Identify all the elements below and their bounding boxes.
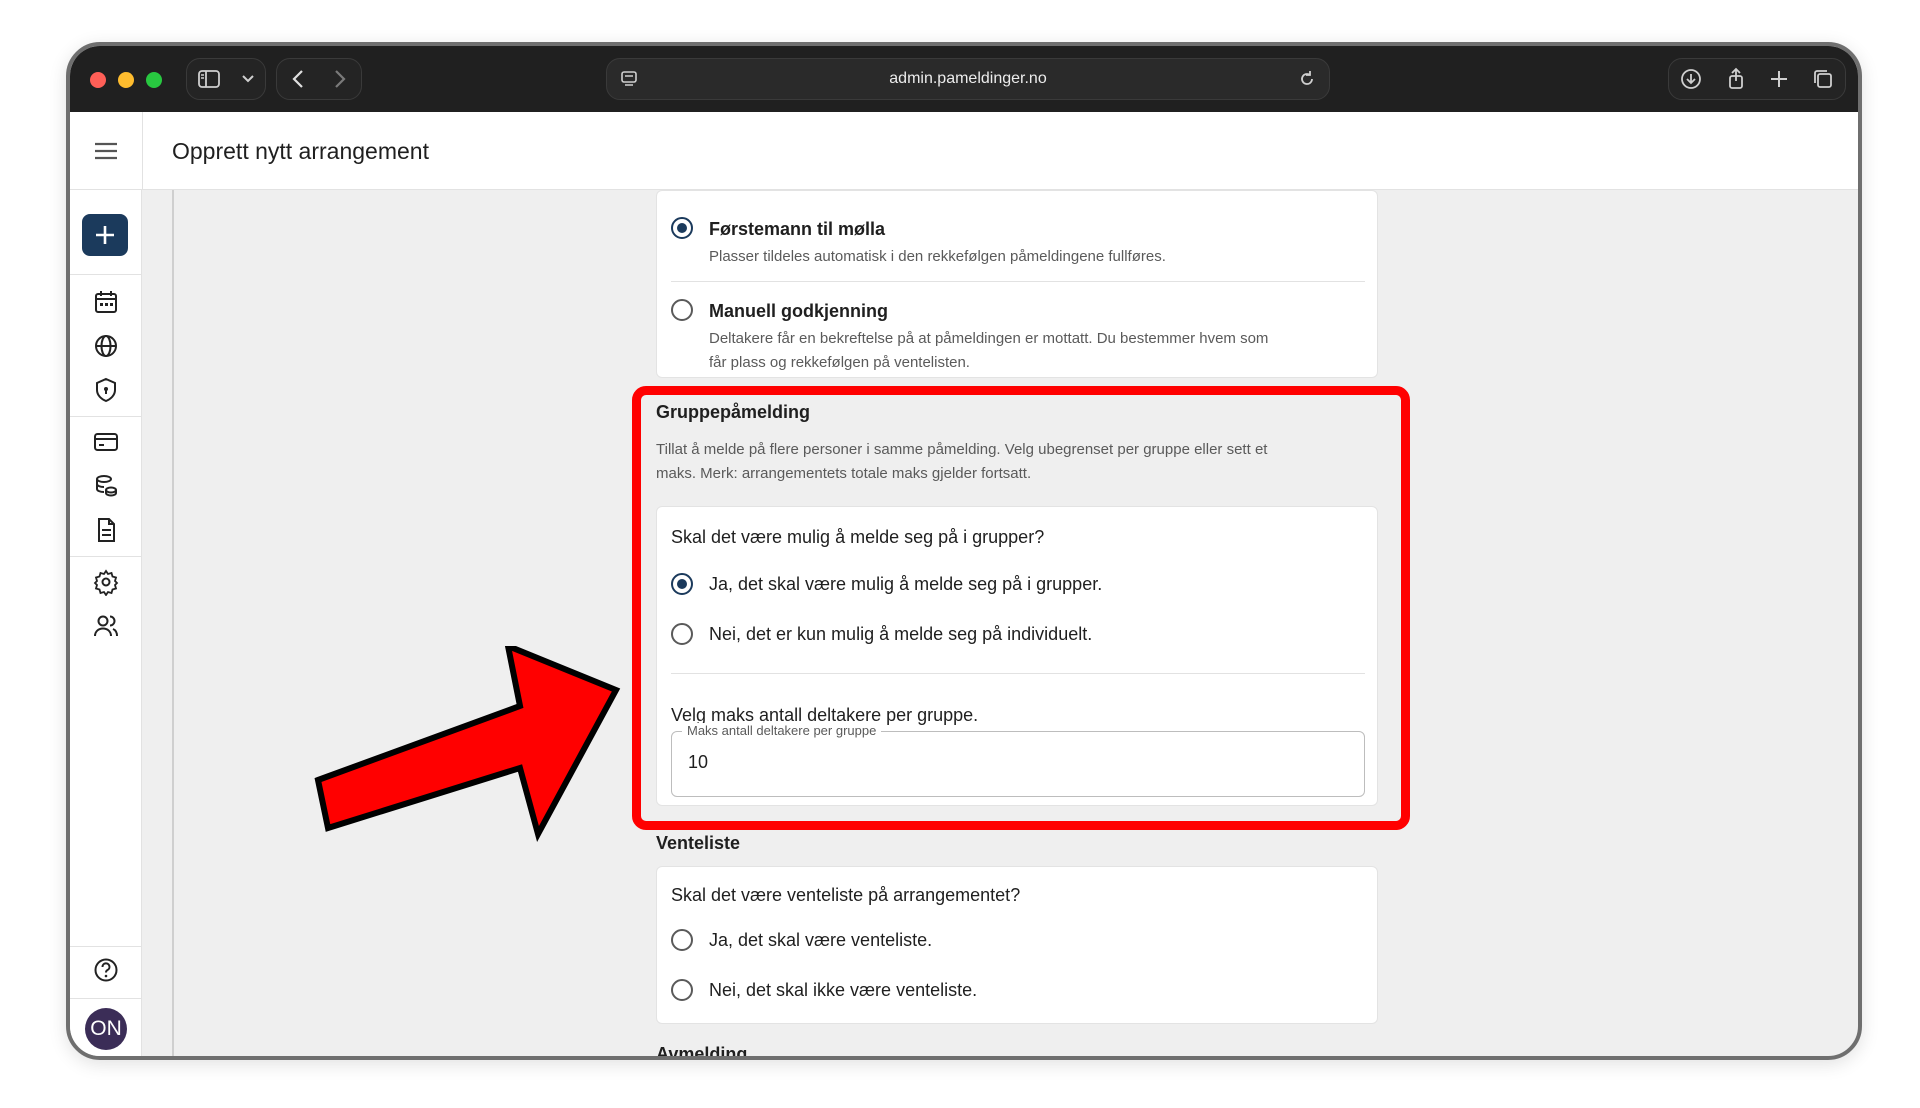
reload-icon[interactable]: [1297, 69, 1317, 89]
tab-overview-icon[interactable]: [1811, 67, 1835, 91]
allocation-card: Førstemann til mølla Plasser tildeles au…: [656, 190, 1378, 378]
sidebar-toggle-button[interactable]: [186, 58, 266, 100]
header-divider: [142, 112, 143, 190]
plus-icon: [96, 226, 114, 244]
radio-first-come[interactable]: [671, 217, 693, 239]
minimize-window-button[interactable]: [118, 72, 134, 88]
document-icon[interactable]: [92, 516, 120, 544]
option-title: Manuell godkjenning: [709, 301, 888, 321]
sidebar-icon: [198, 70, 220, 88]
radio-label[interactable]: Ja, det skal være venteliste.: [709, 930, 932, 951]
shield-icon[interactable]: [92, 376, 120, 404]
nav-divider: [70, 416, 142, 417]
cancellation-section-title: Avmelding: [656, 1044, 748, 1060]
chevron-down-icon: [242, 75, 254, 83]
gear-icon[interactable]: [92, 568, 120, 596]
globe-icon[interactable]: [92, 332, 120, 360]
browser-window: admin.pameldinger.no Opprett nytt arrang…: [66, 42, 1862, 1060]
browser-titlebar: admin.pameldinger.no: [70, 46, 1858, 112]
waitlist-card: Skal det være venteliste på arrangemente…: [656, 866, 1378, 1024]
nav-divider: [70, 274, 142, 275]
waitlist-section-title: Venteliste: [656, 833, 741, 853]
nav-divider: [70, 946, 142, 947]
radio-label[interactable]: Nei, det skal ikke være venteliste.: [709, 980, 977, 1001]
reader-icon[interactable]: [619, 69, 639, 89]
address-bar[interactable]: admin.pameldinger.no: [606, 58, 1330, 100]
app-header: Opprett nytt arrangement: [70, 112, 1858, 190]
credit-card-icon[interactable]: [92, 428, 120, 456]
nav-divider: [70, 998, 142, 999]
option-description: får plass og rekkefølgen på ventelisten.: [709, 354, 970, 371]
help-icon[interactable]: [92, 956, 120, 984]
download-icon[interactable]: [1679, 67, 1703, 91]
menu-icon[interactable]: [92, 138, 120, 164]
annotation-arrow: [314, 646, 621, 843]
left-nav: ON: [70, 190, 142, 1056]
nav-divider: [70, 556, 142, 557]
page-title: Opprett nytt arrangement: [172, 138, 429, 164]
radio-manual-approval[interactable]: [671, 299, 693, 321]
option-title: Førstemann til mølla: [709, 219, 886, 239]
navigation-buttons: [276, 58, 362, 100]
highlight-box: [632, 386, 1410, 830]
radio-waitlist-no[interactable]: [671, 979, 693, 1001]
close-window-button[interactable]: [90, 72, 106, 88]
new-tab-icon[interactable]: [1768, 68, 1790, 90]
option-description: Deltakere får en bekreftelse på at påmel…: [709, 330, 1269, 347]
share-icon[interactable]: [1724, 67, 1748, 91]
toolbar-right: [1668, 58, 1846, 100]
avatar[interactable]: ON: [85, 1008, 127, 1050]
forward-icon[interactable]: [333, 69, 347, 89]
content-border: [172, 190, 174, 1056]
back-icon[interactable]: [291, 69, 305, 89]
option-description: Plasser tildeles automatisk i den rekkef…: [709, 248, 1166, 265]
users-icon[interactable]: [92, 612, 120, 640]
database-icon[interactable]: [92, 472, 120, 500]
waitlist-question: Skal det være venteliste på arrangemente…: [671, 885, 1021, 905]
create-button[interactable]: [82, 214, 128, 256]
address-url: admin.pameldinger.no: [889, 70, 1047, 87]
calendar-icon[interactable]: [92, 288, 120, 316]
zoom-window-button[interactable]: [146, 72, 162, 88]
radio-waitlist-yes[interactable]: [671, 929, 693, 951]
option-divider: [671, 281, 1365, 282]
